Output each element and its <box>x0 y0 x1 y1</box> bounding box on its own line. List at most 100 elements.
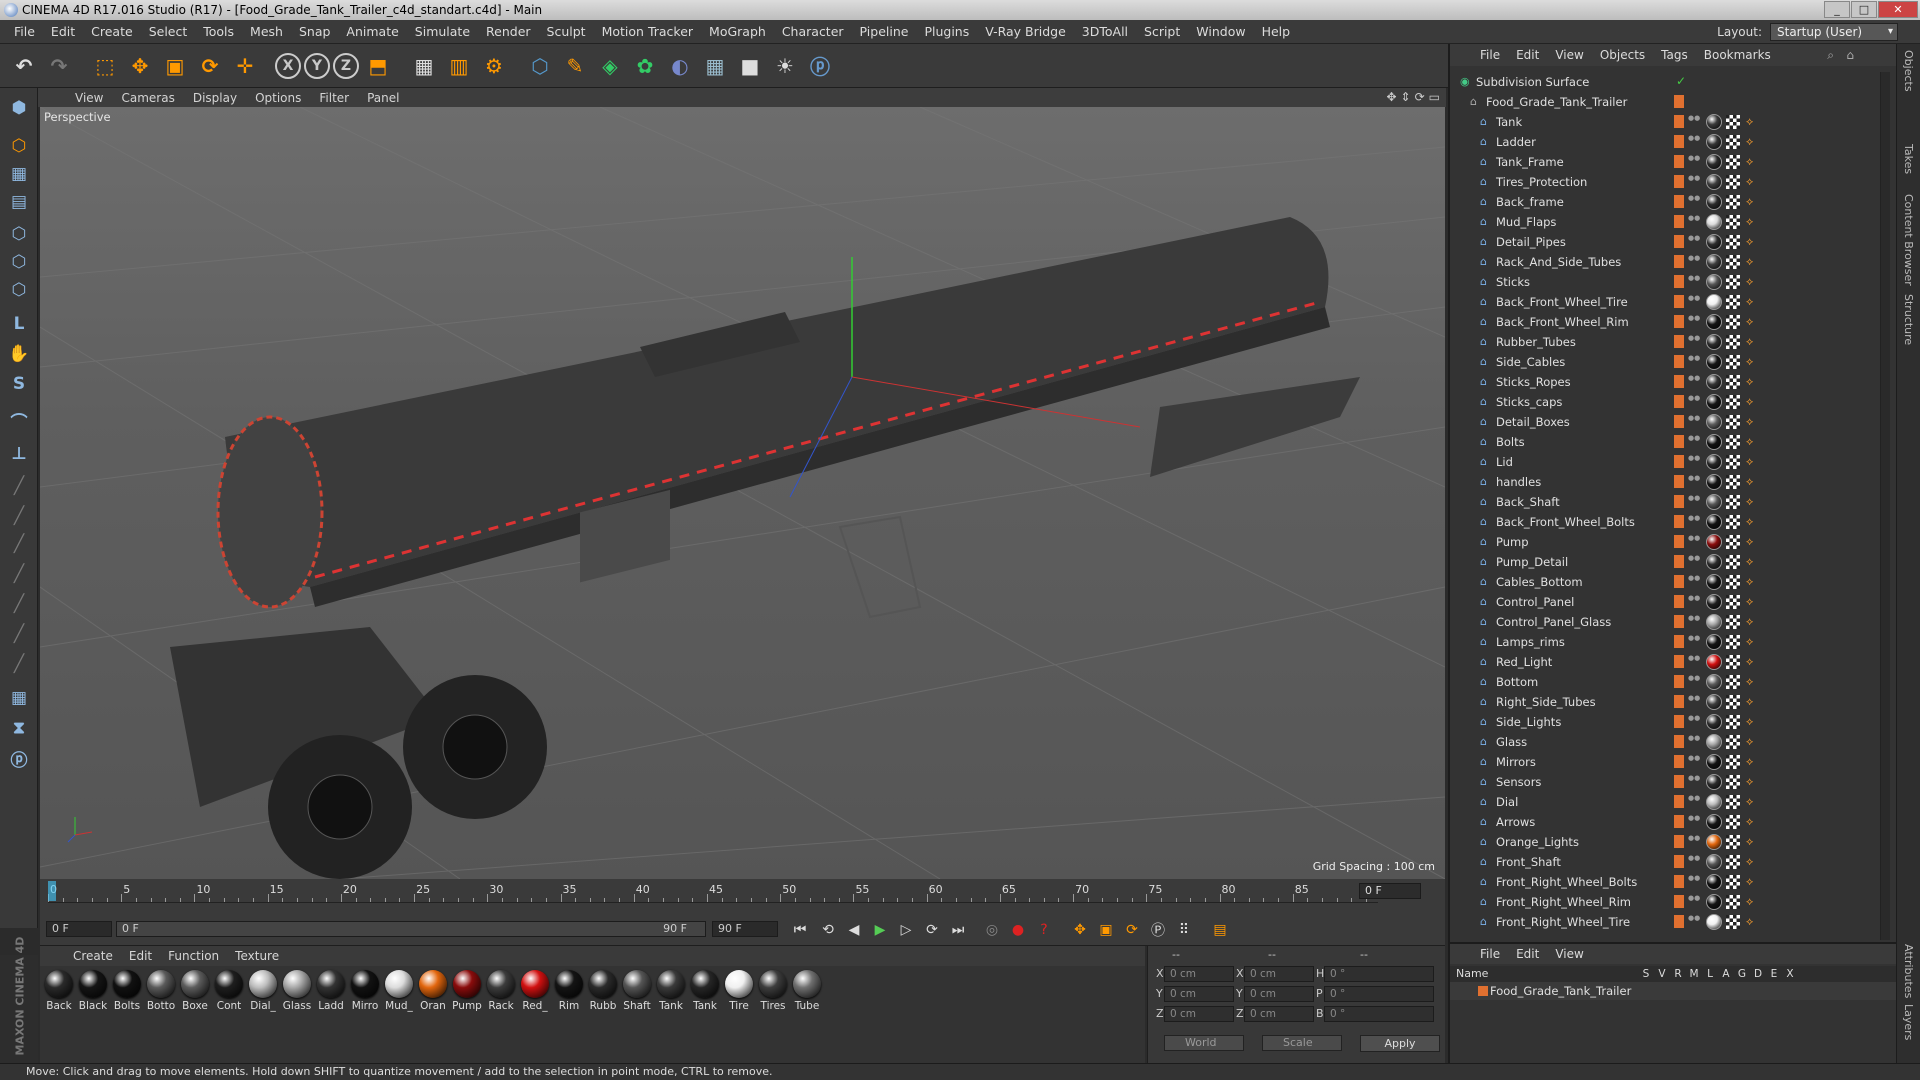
phong-tag-icon[interactable]: ⟡ <box>1746 195 1758 209</box>
material-swatch[interactable]: Boxe <box>178 970 212 1012</box>
material-menu-function[interactable]: Function <box>160 949 227 963</box>
material-swatch[interactable]: Tire <box>722 970 756 1012</box>
material-swatch[interactable]: Dial_ <box>246 970 280 1012</box>
object-row[interactable]: ⌂ Back_Front_Wheel_Rim ●● ⟡ <box>1450 312 1886 332</box>
material-tag-icon[interactable] <box>1706 754 1722 770</box>
visibility-dots-icon[interactable]: ●● <box>1688 315 1700 328</box>
workplane-icon[interactable]: ▤ <box>3 186 35 218</box>
material-tag-icon[interactable] <box>1706 814 1722 830</box>
go-to-start-icon[interactable]: ⏮ <box>788 918 812 942</box>
object-row[interactable]: ⌂ Orange_Lights ●● ⟡ <box>1450 832 1886 852</box>
object-row[interactable]: ⌂ handles ●● ⟡ <box>1450 472 1886 492</box>
visibility-dots-icon[interactable]: ●● <box>1688 735 1700 748</box>
texture-tag-icon[interactable] <box>1726 335 1740 349</box>
object-row[interactable]: ⌂ Front_Right_Wheel_Tire ●● ⟡ <box>1450 912 1886 932</box>
phong-tag-icon[interactable]: ⟡ <box>1746 855 1758 869</box>
material-tag-icon[interactable] <box>1706 594 1722 610</box>
visibility-dots-icon[interactable]: ●● <box>1688 535 1700 548</box>
menu-character[interactable]: Character <box>774 24 852 39</box>
material-tag-icon[interactable] <box>1706 114 1722 130</box>
object-scrollbar[interactable] <box>1880 72 1890 940</box>
side-tab-objects[interactable]: Objects <box>1902 50 1915 92</box>
key-rotation-icon[interactable]: ⟳ <box>1120 918 1144 942</box>
visibility-dots-icon[interactable]: ●● <box>1688 775 1700 788</box>
material-tag-icon[interactable] <box>1706 614 1722 630</box>
move-icon[interactable]: ✥ <box>124 50 156 82</box>
object-row[interactable]: ⌂ Back_Shaft ●● ⟡ <box>1450 492 1886 512</box>
key-point-level-icon[interactable]: ⠿ <box>1172 918 1196 942</box>
viewport-menu-filter[interactable]: Filter <box>310 91 358 105</box>
texture-tag-icon[interactable] <box>1726 495 1740 509</box>
phong-tag-icon[interactable]: ⟡ <box>1746 335 1758 349</box>
material-tag-icon[interactable] <box>1706 354 1722 370</box>
material-swatch[interactable]: Botto <box>144 970 178 1012</box>
world-coordinates-icon[interactable]: ⬒ <box>362 50 394 82</box>
texture-tag-icon[interactable] <box>1726 515 1740 529</box>
material-swatch[interactable]: Mud_ <box>382 970 416 1012</box>
phong-tag-icon[interactable]: ⟡ <box>1746 495 1758 509</box>
menu-window[interactable]: Window <box>1188 24 1253 39</box>
texture-tag-icon[interactable] <box>1726 775 1740 789</box>
material-tag-icon[interactable] <box>1706 274 1722 290</box>
python-icon[interactable]: ⓟ <box>804 50 836 82</box>
texture-tag-icon[interactable] <box>1726 215 1740 229</box>
start-frame-field[interactable]: 0 F <box>46 921 112 937</box>
texture-tag-icon[interactable] <box>1726 315 1740 329</box>
material-tag-icon[interactable] <box>1706 474 1722 490</box>
material-swatch[interactable]: Pump <box>450 970 484 1012</box>
deformer-icon[interactable]: ◐ <box>664 50 696 82</box>
live-selection-icon[interactable]: ⬚ <box>89 50 121 82</box>
z-axis-icon[interactable]: Z <box>333 52 359 79</box>
material-tag-icon[interactable] <box>1706 494 1722 510</box>
object-row[interactable]: ⌂ Front_Shaft ●● ⟡ <box>1450 852 1886 872</box>
material-swatch[interactable]: Oran <box>416 970 450 1012</box>
phong-tag-icon[interactable]: ⟡ <box>1746 595 1758 609</box>
texture-tag-icon[interactable] <box>1726 115 1740 129</box>
play-icon[interactable]: ▶ <box>868 918 892 942</box>
phong-tag-icon[interactable]: ⟡ <box>1746 175 1758 189</box>
material-tag-icon[interactable] <box>1706 574 1722 590</box>
material-tag-icon[interactable] <box>1706 874 1722 890</box>
material-menu-create[interactable]: Create <box>65 949 121 963</box>
axis-mode-icon[interactable]: L <box>3 308 35 340</box>
material-tag-icon[interactable] <box>1706 334 1722 350</box>
texture-tag-icon[interactable] <box>1726 575 1740 589</box>
object-row[interactable]: ⌂ Rack_And_Side_Tubes ●● ⟡ <box>1450 252 1886 272</box>
texture-tag-icon[interactable] <box>1726 735 1740 749</box>
material-swatch[interactable]: Black <box>76 970 110 1012</box>
visibility-dots-icon[interactable]: ●● <box>1688 135 1700 148</box>
texture-tag-icon[interactable] <box>1726 195 1740 209</box>
object-row[interactable]: ⌂ Tires_Protection ●● ⟡ <box>1450 172 1886 192</box>
material-tag-icon[interactable] <box>1706 794 1722 810</box>
material-tag-icon[interactable] <box>1706 654 1722 670</box>
material-tag-icon[interactable] <box>1706 154 1722 170</box>
timeline-window-icon[interactable]: ▤ <box>1208 918 1232 942</box>
coord-value-field[interactable]: 0 cm <box>1164 1006 1234 1022</box>
render-picture-viewer-icon[interactable]: ▥ <box>443 50 475 82</box>
pen-spline-icon[interactable]: ✎ <box>559 50 591 82</box>
material-tag-icon[interactable] <box>1706 214 1722 230</box>
material-swatch[interactable]: Tank <box>688 970 722 1012</box>
visibility-dots-icon[interactable]: ●● <box>1688 355 1700 368</box>
perspective-viewport[interactable]: Perspective Grid Spacing : 100 cm <box>40 107 1445 879</box>
redo-icon[interactable]: ↷ <box>43 50 75 82</box>
y-axis-icon[interactable]: Y <box>304 52 330 79</box>
object-menu-bookmarks[interactable]: Bookmarks <box>1696 48 1779 62</box>
phong-tag-icon[interactable]: ⟡ <box>1746 615 1758 629</box>
menu-pipeline[interactable]: Pipeline <box>852 24 917 39</box>
visibility-dots-icon[interactable]: ●● <box>1688 475 1700 488</box>
object-row[interactable]: ⌂ Lid ●● ⟡ <box>1450 452 1886 472</box>
menu-mograph[interactable]: MoGraph <box>701 24 774 39</box>
viewport-menu-cameras[interactable]: Cameras <box>112 91 183 105</box>
material-swatch[interactable]: Mirro <box>348 970 382 1012</box>
side-tab-takes[interactable]: Takes <box>1902 144 1915 174</box>
magnet-icon[interactable]: ⌒ <box>3 404 35 436</box>
object-row[interactable]: ⌂ Right_Side_Tubes ●● ⟡ <box>1450 692 1886 712</box>
visibility-dots-icon[interactable]: ●● <box>1688 175 1700 188</box>
rotate-icon[interactable]: ⟳ <box>194 50 226 82</box>
texture-tag-icon[interactable] <box>1726 175 1740 189</box>
phong-tag-icon[interactable]: ⟡ <box>1746 815 1758 829</box>
object-home-icon[interactable]: ⌂ <box>1846 48 1854 62</box>
material-tag-icon[interactable] <box>1706 414 1722 430</box>
menu-render[interactable]: Render <box>478 24 539 39</box>
